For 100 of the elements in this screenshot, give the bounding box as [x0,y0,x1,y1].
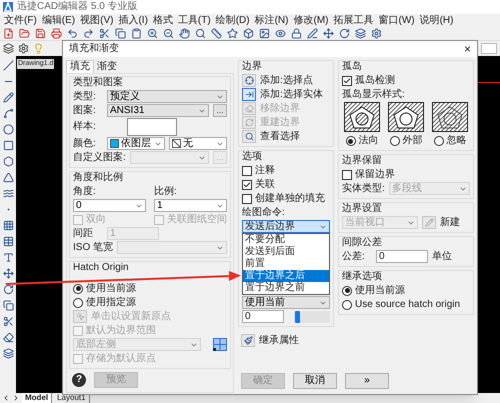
printer-icon[interactable] [51,28,62,39]
cube-icon[interactable] [243,28,254,39]
dropdown-option[interactable]: 不要分配 [243,234,329,246]
checkbox-label: 关联图纸空间 [167,214,227,226]
table-icon[interactable] [2,236,14,247]
line-icon[interactable] [2,60,14,71]
radio-button[interactable] [390,136,400,146]
polygon-icon[interactable] [2,156,14,167]
dropdown[interactable]: 1 [154,199,227,212]
search-icon[interactable] [195,28,206,39]
menu-item[interactable]: 工具(T) [178,14,211,26]
group-title: 选项 [242,151,263,163]
rotate-icon[interactable] [339,28,350,39]
pen-icon[interactable] [307,28,318,39]
menu-item[interactable]: 拓展工具 [333,14,374,26]
menu-item[interactable]: 标注(N) [254,14,288,26]
lock-icon[interactable] [291,28,302,39]
checkbox[interactable] [242,180,252,190]
menu-item[interactable]: 绘制(D) [216,14,250,26]
checkbox[interactable] [342,76,352,86]
layers-icon[interactable] [355,28,366,39]
eraser-icon[interactable] [2,332,14,343]
dropdown[interactable]: 预定义 [107,90,227,103]
radio-button[interactable] [342,300,352,310]
settings-icon[interactable] [18,43,29,54]
image-icon[interactable] [259,28,270,39]
pencil-icon[interactable] [2,92,14,103]
dropdown[interactable]: 无 [169,137,227,150]
layers-icon[interactable] [2,348,14,359]
checkbox[interactable] [342,170,352,180]
dropdown-option[interactable]: 前置 [243,258,329,270]
radio-button[interactable] [73,284,83,294]
settings-icon[interactable] [371,28,382,39]
zoom-in-icon[interactable] [147,28,158,39]
menu-item[interactable]: 窗口(W) [378,14,415,26]
menu-item[interactable]: 插入(I) [118,14,148,26]
curve-icon[interactable] [2,108,14,119]
help-button[interactable]: ? [72,373,86,387]
view-selection-button[interactable]: 查看选择 [242,130,300,143]
circle-icon[interactable] [2,124,14,135]
layer-field[interactable] [481,43,497,54]
ruler-icon[interactable] [211,28,222,39]
redo-icon[interactable] [83,28,94,39]
clipboard-icon[interactable] [131,28,142,39]
zoom-out-icon[interactable] [163,28,174,39]
scissors-icon[interactable] [2,316,14,327]
checkbox[interactable] [242,194,252,204]
hand-icon[interactable] [179,28,190,39]
radio-button[interactable] [342,286,352,296]
dropdown[interactable]: 依图层 [107,137,165,150]
text-icon[interactable] [2,252,14,263]
scissors-icon[interactable] [99,28,110,39]
copy-icon[interactable] [115,28,126,39]
dropdown[interactable]: ANSI31 [107,104,209,117]
input-field[interactable]: 0 [376,250,428,263]
previous-icon[interactable] [2,394,10,402]
slider-thumb[interactable] [294,310,300,322]
radio-button[interactable] [434,136,444,146]
pick-points-button[interactable]: 添加:选择点 [242,74,313,87]
menu-item[interactable]: 修改(M) [293,14,328,26]
layers-icon[interactable] [3,43,14,54]
copy-icon[interactable] [2,300,14,311]
close-button[interactable]: × [464,43,471,55]
eye-icon[interactable] [275,28,286,39]
dropdown-option[interactable]: 发送到后面 [243,246,329,258]
select-objects-button[interactable]: 添加:选择实体 [242,88,323,101]
menu-item[interactable]: 编辑(E) [42,14,76,26]
save-icon[interactable] [35,28,46,39]
hatch-icon[interactable] [2,220,14,231]
layout-tab[interactable]: Model [22,393,52,403]
radio-button[interactable] [73,298,83,308]
tab[interactable]: 填充 [66,60,94,73]
move-icon[interactable] [2,268,14,279]
star-icon[interactable] [227,28,238,39]
radio-button[interactable] [346,136,356,146]
move-icon[interactable] [323,28,334,39]
checkbox[interactable] [242,166,252,176]
inherit-properties-button[interactable]: 继承属性 [241,334,299,347]
dialog-button[interactable]: 取消 [293,373,337,389]
rotate-icon[interactable] [2,284,14,295]
rectangle-icon[interactable] [2,140,14,151]
dialog-button[interactable]: » [345,373,389,389]
dropdown[interactable]: 发送后边界 [242,220,330,233]
menu-item[interactable]: 说明(H) [420,14,454,26]
dropdown[interactable]: 0 [73,199,146,212]
dropdown-option[interactable]: 置于边界之后 [243,270,329,282]
tab[interactable]: 渐变 [94,61,120,73]
folder-icon[interactable] [19,28,30,39]
menu-item[interactable]: 视图(V) [80,14,114,26]
menu-item[interactable]: 文件(F) [4,14,37,26]
input-field[interactable]: 0 [242,310,284,323]
dropdown-option[interactable]: 置于边界之前 [243,282,329,294]
triangle-icon[interactable] [2,172,14,183]
dropdown[interactable]: 使用当前 [242,296,330,309]
new-file-icon[interactable] [3,28,14,39]
browse-button[interactable]: ... [213,104,227,117]
undo-icon[interactable] [67,28,78,39]
wave-icon[interactable] [2,188,14,199]
next-icon[interactable] [12,394,20,402]
menu-item[interactable]: 格式 [152,14,173,26]
